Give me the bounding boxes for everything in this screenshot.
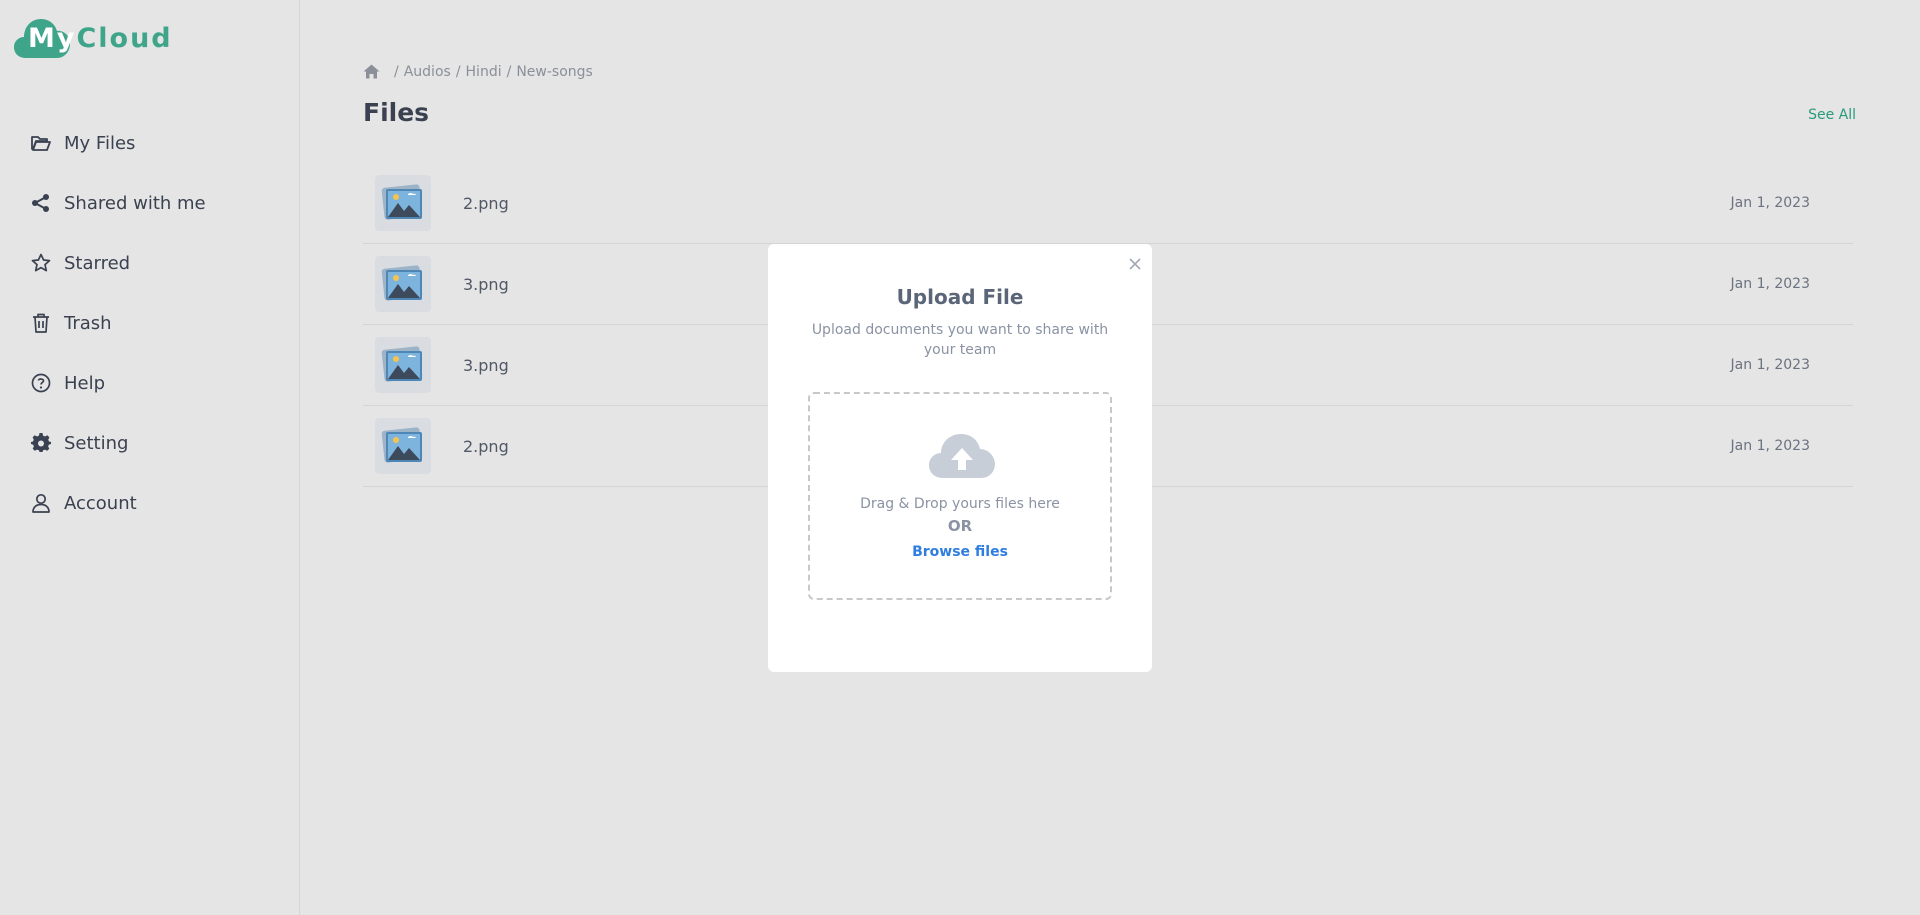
file-row[interactable]: 2.png Jan 1, 2023 bbox=[363, 163, 1853, 244]
breadcrumb-separator: / bbox=[506, 64, 512, 80]
cloud-upload-icon bbox=[929, 432, 995, 484]
close-icon[interactable] bbox=[1128, 256, 1144, 272]
sidebar-item-help[interactable]: Help bbox=[30, 353, 206, 413]
breadcrumb-separator: / bbox=[394, 64, 399, 80]
dropzone-or: OR bbox=[947, 517, 973, 535]
sidebar-item-label: Help bbox=[64, 372, 106, 394]
modal-title: Upload File bbox=[896, 285, 1024, 309]
breadcrumb: / Audios / Hindi / New-songs bbox=[363, 64, 593, 80]
file-date: Jan 1, 2023 bbox=[1730, 276, 1810, 292]
sidebar-item-label: My Files bbox=[64, 132, 136, 154]
browse-files-button[interactable]: Browse files bbox=[810, 544, 1110, 560]
app-logo[interactable]: MyCloud bbox=[14, 16, 214, 62]
help-circle-icon bbox=[30, 372, 52, 394]
breadcrumb-item-new-songs[interactable]: New-songs bbox=[516, 64, 593, 80]
star-icon bbox=[30, 252, 52, 274]
sidebar-item-label: Shared with me bbox=[64, 192, 206, 214]
upload-modal: Upload File Upload documents you want to… bbox=[768, 244, 1152, 672]
breadcrumb-item-audios[interactable]: Audios bbox=[404, 64, 451, 80]
image-file-icon bbox=[375, 418, 431, 474]
sidebar-item-label: Account bbox=[64, 492, 137, 514]
sidebar-item-trash[interactable]: Trash bbox=[30, 293, 206, 353]
file-date: Jan 1, 2023 bbox=[1730, 357, 1810, 373]
sidebar-item-my-files[interactable]: My Files bbox=[30, 113, 206, 173]
file-date: Jan 1, 2023 bbox=[1730, 195, 1810, 211]
sidebar-item-account[interactable]: Account bbox=[30, 473, 206, 533]
sidebar-nav: My Files Shared with me Starred Trash He… bbox=[30, 113, 206, 533]
file-name: 3.png bbox=[463, 355, 509, 375]
sidebar-item-shared[interactable]: Shared with me bbox=[30, 173, 206, 233]
folder-open-icon bbox=[30, 132, 52, 154]
file-dropzone[interactable]: Drag & Drop yours files here OR Browse f… bbox=[808, 392, 1112, 600]
sidebar-item-starred[interactable]: Starred bbox=[30, 233, 206, 293]
sidebar: MyCloud My Files Shared with me Starred … bbox=[0, 0, 300, 915]
image-file-icon bbox=[375, 256, 431, 312]
share-icon bbox=[30, 192, 52, 214]
file-name: 2.png bbox=[463, 436, 509, 456]
dropzone-text: Drag & Drop yours files here bbox=[860, 496, 1060, 512]
file-name: 2.png bbox=[463, 193, 509, 213]
page-title: Files bbox=[363, 98, 430, 127]
modal-subtitle: Upload documents you want to share with … bbox=[811, 322, 1109, 358]
gear-icon bbox=[30, 432, 52, 454]
breadcrumb-separator: / bbox=[455, 64, 461, 80]
sidebar-item-setting[interactable]: Setting bbox=[30, 413, 206, 473]
file-name: 3.png bbox=[463, 274, 509, 294]
breadcrumb-item-hindi[interactable]: Hindi bbox=[466, 64, 502, 80]
image-file-icon bbox=[375, 175, 431, 231]
home-icon[interactable] bbox=[363, 64, 381, 80]
user-icon bbox=[30, 492, 52, 514]
image-file-icon bbox=[375, 337, 431, 393]
sidebar-item-label: Setting bbox=[64, 432, 129, 454]
trash-icon bbox=[30, 312, 52, 334]
sidebar-item-label: Starred bbox=[64, 252, 131, 274]
logo-text: MyCloud bbox=[28, 23, 173, 54]
file-date: Jan 1, 2023 bbox=[1730, 438, 1810, 454]
sidebar-item-label: Trash bbox=[64, 312, 112, 334]
see-all-link[interactable]: See All bbox=[1808, 107, 1856, 123]
